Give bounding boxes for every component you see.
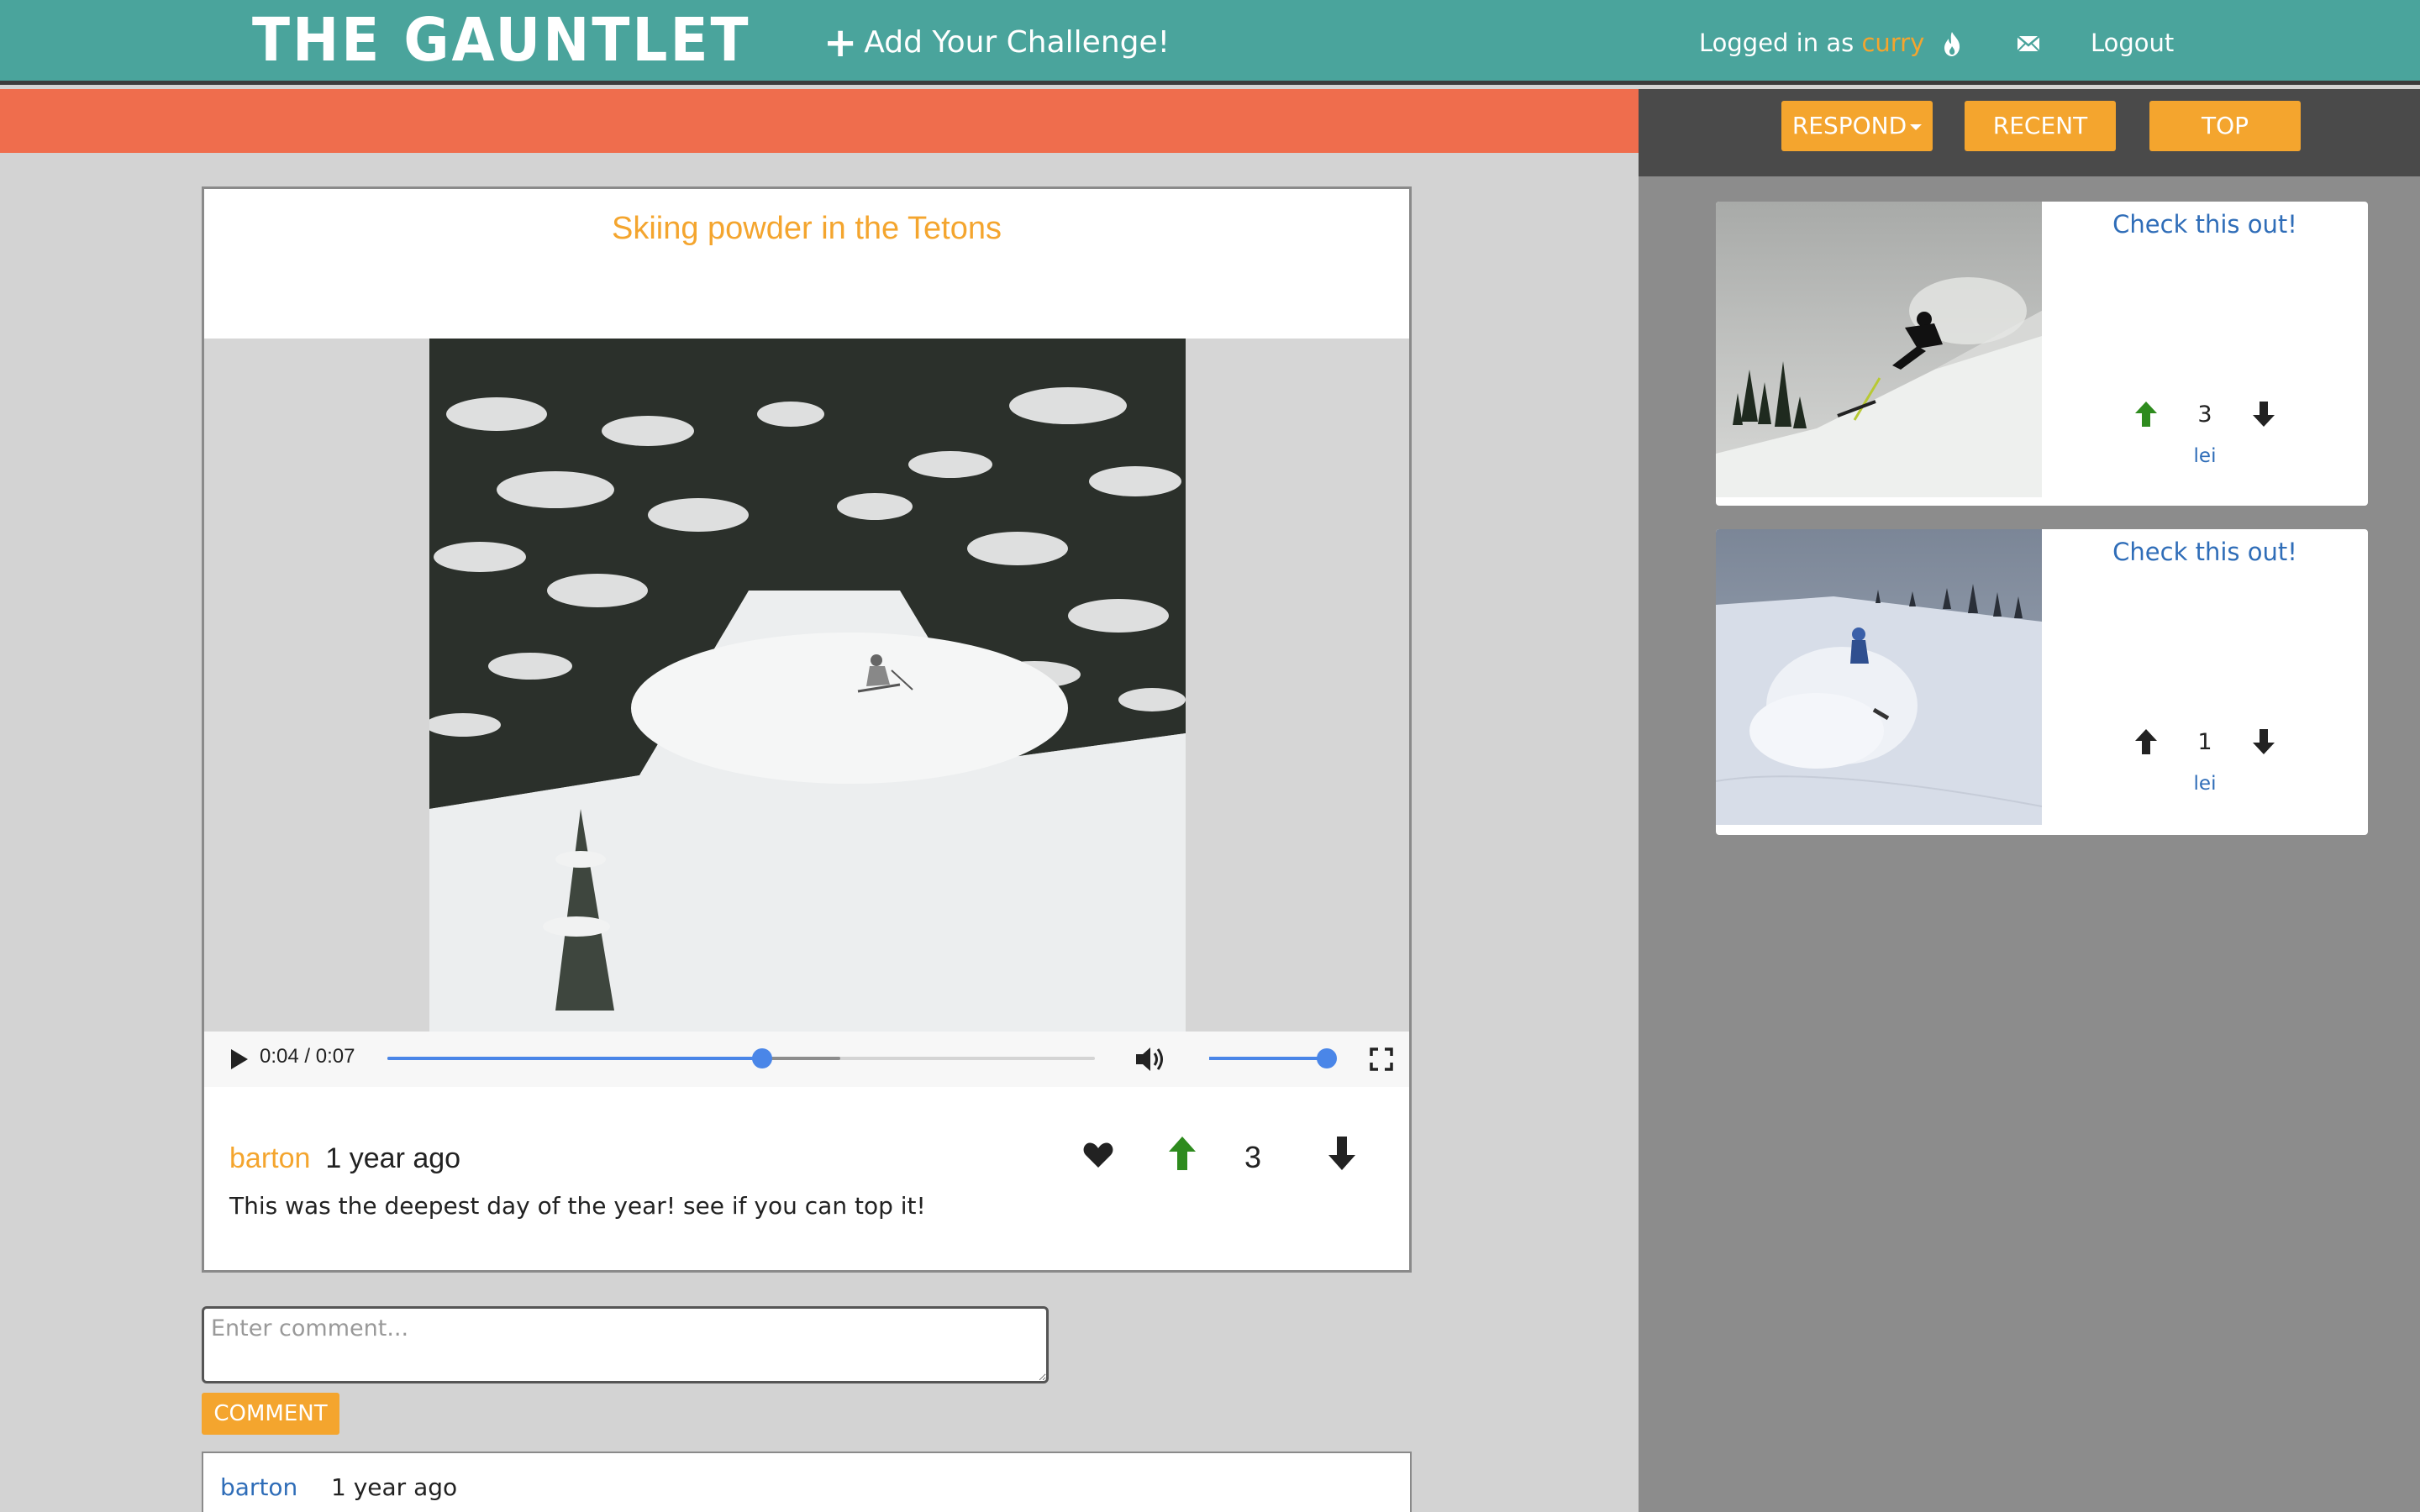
response-thumbnail[interactable] (1716, 202, 2042, 497)
video-frame[interactable] (425, 339, 1186, 1032)
response-score: 1 (2197, 728, 2212, 755)
volume-handle[interactable] (1317, 1048, 1337, 1068)
responses-toolbar: RESPOND RECENT TOP (1639, 89, 2420, 176)
video-progress-bar[interactable] (387, 1048, 1095, 1068)
username-link[interactable]: curry (1861, 29, 1924, 57)
mail-icon[interactable] (2015, 24, 2045, 62)
volume-fill (1209, 1057, 1327, 1060)
play-icon[interactable] (226, 1047, 251, 1072)
top-navbar: THE GAUNTLET + Add Your Challenge! Logge… (0, 0, 2420, 85)
flame-icon[interactable] (1939, 24, 1970, 62)
response-title[interactable]: Check this out! (2042, 210, 2368, 239)
brand-logo[interactable]: THE GAUNTLET (252, 4, 751, 76)
volume-slider[interactable] (1209, 1048, 1337, 1068)
response-vote-controls: 1 (2042, 722, 2368, 761)
logout-link[interactable]: Logout (2091, 24, 2174, 62)
upvote-arrow-icon[interactable] (2133, 400, 2159, 428)
challenge-card: Skiing powder in the Tetons 0:04 / 0:07 … (202, 186, 1412, 1273)
video-controls: 0:04 / 0:07 (204, 1032, 1409, 1087)
upvote-arrow-icon[interactable] (1167, 1135, 1197, 1172)
upvote-arrow-icon[interactable] (2133, 727, 2159, 756)
respond-dropdown-button[interactable]: RESPOND (1781, 101, 1933, 151)
comment-button[interactable]: COMMENT (202, 1393, 339, 1435)
logged-in-status: Logged in as curry (1699, 24, 1924, 62)
recent-button[interactable]: RECENT (1965, 101, 2116, 151)
respond-label: RESPOND (1791, 112, 1907, 139)
response-title[interactable]: Check this out! (2042, 538, 2368, 566)
video-player[interactable] (204, 339, 1409, 1032)
response-card[interactable]: Check this out! 3 lei (1716, 202, 2368, 506)
challenge-score: 3 (1244, 1140, 1262, 1174)
comment-input[interactable] (202, 1306, 1049, 1383)
comment-time: 1 year ago (331, 1473, 458, 1501)
header-accent-strip (0, 89, 1639, 153)
add-challenge-label: Add Your Challenge! (864, 25, 1171, 60)
response-author[interactable]: lei (2042, 773, 2368, 795)
downvote-arrow-icon[interactable] (2251, 400, 2276, 428)
heart-icon[interactable] (1081, 1138, 1115, 1172)
top-button[interactable]: TOP (2149, 101, 2301, 151)
post-time: 1 year ago (325, 1142, 461, 1174)
add-challenge-link[interactable]: + Add Your Challenge! (823, 22, 1170, 64)
comment-item: barton 1 year ago (202, 1452, 1412, 1512)
post-author-link[interactable]: barton (229, 1142, 310, 1174)
caret-down-icon (1910, 123, 1923, 130)
volume-icon[interactable] (1134, 1043, 1167, 1075)
response-vote-controls: 3 (2042, 395, 2368, 433)
downvote-arrow-icon[interactable] (2251, 727, 2276, 756)
video-time-display: 0:04 / 0:07 (260, 1045, 355, 1068)
responses-sidebar: RESPOND RECENT TOP Check this out! 3 lei… (1639, 89, 2420, 1512)
fullscreen-icon[interactable] (1369, 1047, 1394, 1072)
response-card[interactable]: Check this out! 1 lei (1716, 529, 2368, 835)
comment-author-link[interactable]: barton (220, 1473, 297, 1501)
response-author[interactable]: lei (2042, 445, 2368, 467)
response-score: 3 (2197, 401, 2212, 428)
logged-in-prefix: Logged in as (1699, 29, 1862, 57)
video-progress-fill (387, 1057, 763, 1060)
plus-icon: + (823, 19, 858, 66)
challenge-description: This was the deepest day of the year! se… (229, 1192, 926, 1220)
downvote-arrow-icon[interactable] (1327, 1135, 1357, 1172)
challenge-title: Skiing powder in the Tetons (611, 211, 1002, 246)
response-thumbnail[interactable] (1716, 529, 2043, 825)
video-progress-handle[interactable] (752, 1048, 773, 1068)
post-meta: barton 1 year ago (229, 1140, 460, 1177)
